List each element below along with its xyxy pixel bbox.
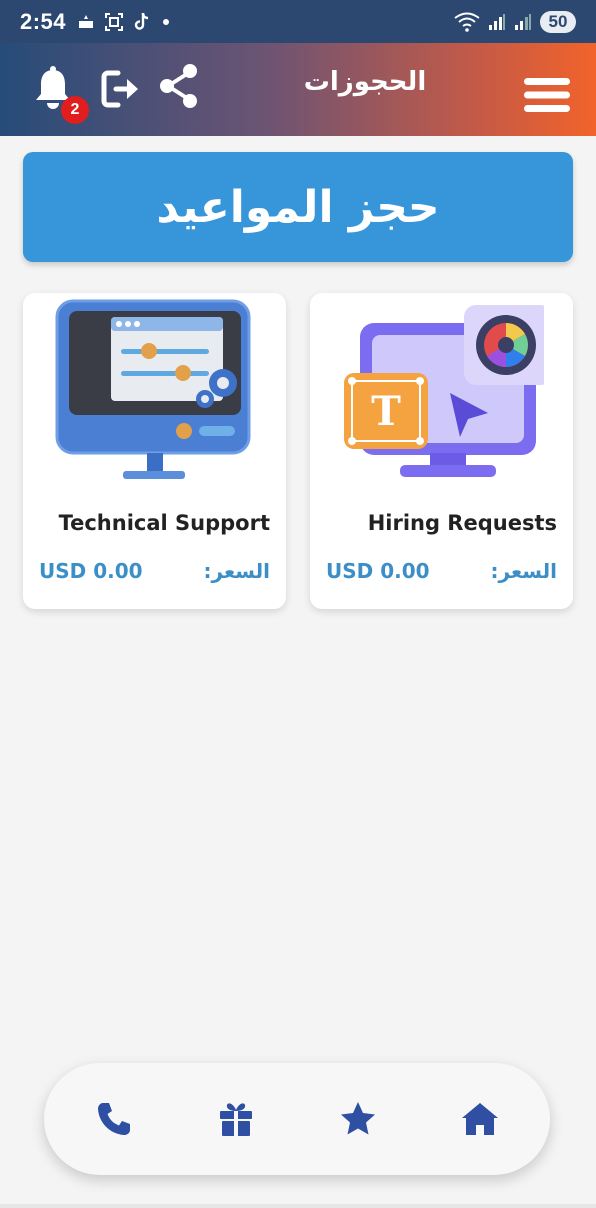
home-icon [462,1103,498,1135]
status-right-icons: 50 [454,10,576,33]
system-navigation-bar [0,1204,596,1208]
menu-icon [524,78,570,112]
status-left-icons [78,12,170,32]
nav-gift[interactable] [216,1099,256,1139]
phone-icon [98,1103,130,1135]
logout-icon [101,70,138,108]
design-tools-illustration: T [344,305,544,477]
page-title: الحجوزات [303,67,427,97]
nav-phone[interactable] [94,1099,134,1139]
price-label: السعر: [490,559,557,583]
status-time: 2:54 [20,8,67,34]
book-appointments-banner[interactable]: حجز المواعيد [23,152,573,262]
computer-settings-illustration [55,299,251,479]
battery-level: 50 [540,10,576,33]
dot-icon [163,18,170,25]
price-value: USD 0.00 [39,559,143,583]
wifi-icon [454,12,480,32]
notification-badge: 2 [61,96,89,124]
status-bar: 2:54 50 [0,0,596,43]
app-header: 2 الحجوزات [0,43,596,136]
nav-home[interactable] [460,1099,500,1139]
star-icon [341,1102,375,1135]
signal-icon-2 [515,13,531,30]
price-row: USD 0.00 السعر: [39,559,270,583]
service-card-technical-support[interactable]: Technical Support USD 0.00 السعر: [23,293,286,609]
price-value: USD 0.00 [326,559,430,583]
signal-icon [489,13,505,30]
tiktok-icon [134,12,149,30]
share-button[interactable] [156,61,202,111]
share-icon [160,64,197,108]
svg-text:T: T [371,388,401,435]
menu-button[interactable] [520,73,574,117]
logout-button[interactable] [98,65,146,113]
service-card-hiring-requests[interactable]: T Hiring Requests USD 0.00 السعر: [310,293,573,609]
nav-favorites[interactable] [338,1099,378,1139]
bottom-nav [44,1063,550,1175]
banner-label: حجز المواعيد [156,181,440,233]
service-name: Hiring Requests [367,511,557,535]
sim-icon [79,14,94,28]
gift-icon [220,1103,252,1136]
price-label: السعر: [203,559,270,583]
price-row: USD 0.00 السعر: [326,559,557,583]
service-name: Technical Support [58,511,270,535]
screenshot-icon [105,12,124,31]
